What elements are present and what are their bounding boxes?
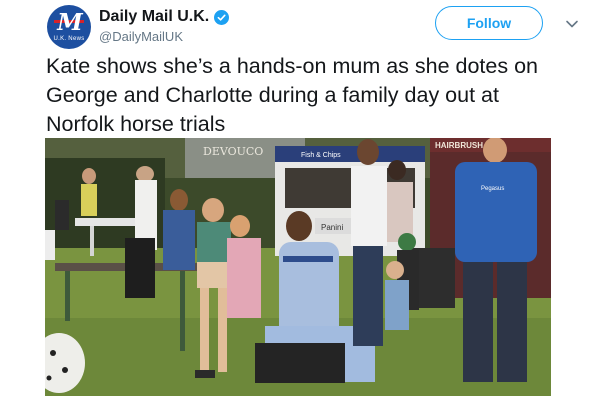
tweet-photo[interactable]: DEVOUCO Fish & Chips Panini HAIRBRUSH Pe… [45,138,551,396]
boy-head [202,198,224,222]
display-name[interactable]: Daily Mail U.K. [99,8,209,26]
account-handle[interactable]: @DailyMailUK [99,29,183,44]
hairbrush-sign: HAIRBRUSH [435,141,483,150]
pegasus-logo: Pegasus [481,186,504,192]
avatar-subtitle: U.K. News [53,36,85,42]
handbag [255,343,345,383]
avatar[interactable]: M U.K. News [47,5,91,49]
verified-badge-icon [214,9,230,25]
follow-button[interactable]: Follow [435,6,543,40]
avatar-logo: M [57,9,82,36]
panini-sign: Panini [321,223,343,232]
account-name-row: Daily Mail U.K. [99,8,230,26]
tweet-text: Kate shows she’s a hands-on mum as she d… [46,54,539,136]
woman-head [286,211,312,241]
devoucoux-sign: DEVOUCO [203,145,263,158]
van-banner: Fish & Chips [301,152,341,159]
chevron-down-icon[interactable] [565,16,579,28]
man-blue-polo [455,162,537,262]
